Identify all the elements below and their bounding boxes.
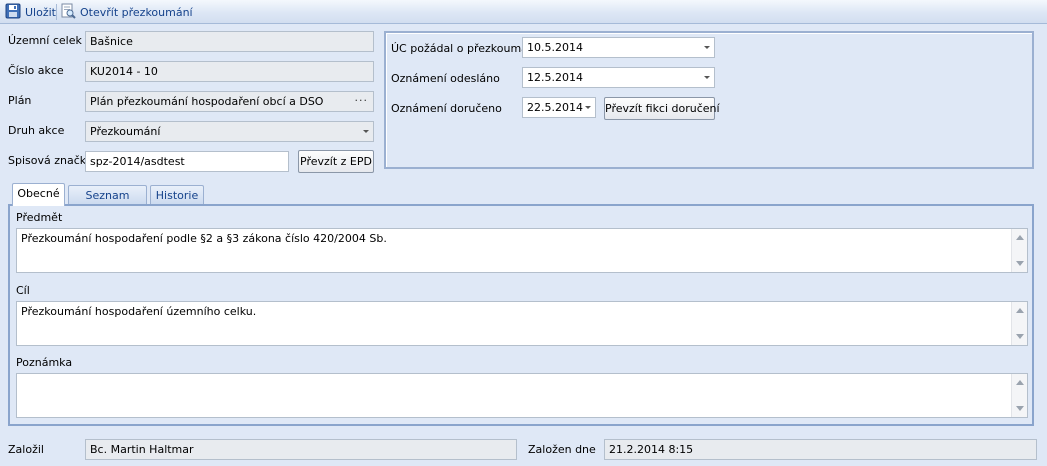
predmet-label: Předmět <box>16 211 63 224</box>
odeslano-date-picker[interactable]: 12.5.2014 <box>522 67 715 88</box>
pozadal-value: 10.5.2014 <box>527 41 583 54</box>
predmet-value: Přezkoumání hospodaření podle §2 a §3 zá… <box>21 232 387 245</box>
uzemni-celek-label: Územní celek <box>8 34 82 47</box>
cislo-akce-field[interactable]: KU2014 - 10 <box>85 61 374 82</box>
druh-akce-select[interactable]: Přezkoumání <box>85 121 374 142</box>
zalozen-dne-label: Založen dne <box>528 443 596 456</box>
spisova-znacka-input[interactable]: spz-2014/asdtest <box>85 151 289 172</box>
predmet-scrollbar[interactable] <box>1011 229 1027 272</box>
spisova-znacka-label: Spisová značka <box>8 154 93 167</box>
save-button[interactable]: Uložit <box>5 3 56 21</box>
save-label: Uložit <box>25 5 56 19</box>
poznamka-textarea[interactable] <box>16 373 1028 418</box>
scroll-up-icon[interactable] <box>1016 235 1024 240</box>
cil-value: Přezkoumání hospodaření územního celku. <box>21 305 257 318</box>
plan-label: Plán <box>8 94 32 107</box>
doruceno-date-picker[interactable]: 22.5.2014 <box>522 97 596 118</box>
scroll-up-icon[interactable] <box>1016 308 1024 313</box>
poznamka-label: Poznámka <box>16 356 73 369</box>
cil-label: Cíl <box>16 284 30 297</box>
zalozen-dne-field[interactable]: 21.2.2014 8:15 <box>604 439 1037 460</box>
plan-browse-button[interactable]: ··· <box>355 94 369 107</box>
plan-field[interactable]: Plán přezkoumání hospodaření obcí a DSO … <box>85 91 374 112</box>
tab-seznam-ukolu[interactable]: Seznam úkolů <box>68 185 147 221</box>
odeslano-value: 12.5.2014 <box>527 71 583 84</box>
chevron-down-icon <box>363 130 369 133</box>
scroll-down-icon[interactable] <box>1016 406 1024 411</box>
cislo-akce-label: Číslo akce <box>8 64 64 77</box>
zalozil-field[interactable]: Bc. Martin Haltmar <box>85 439 517 460</box>
pozadal-label: ÚC požádal o přezkoumání <box>391 42 538 55</box>
document-magnifier-icon <box>60 3 76 22</box>
general-tab-panel: Předmět Přezkoumání hospodaření podle §2… <box>8 204 1034 426</box>
toolbar-separator <box>56 4 57 20</box>
doruceno-value: 22.5.2014 <box>527 101 583 114</box>
chevron-down-icon <box>704 46 710 49</box>
open-review-label: Otevřít přezkoumání <box>80 5 193 19</box>
plan-value: Plán přezkoumání hospodaření obcí a DSO <box>90 95 324 108</box>
prevzit-fikci-doruceni-button[interactable]: Převzít fikci doručení <box>604 97 720 120</box>
druh-akce-label: Druh akce <box>8 124 65 137</box>
floppy-disk-icon <box>5 3 21 22</box>
cil-scrollbar[interactable] <box>1011 302 1027 345</box>
chevron-down-icon <box>585 106 591 109</box>
odeslano-label: Oznámení odesláno <box>391 72 500 85</box>
zalozil-label: Založil <box>8 443 44 456</box>
tab-historie[interactable]: Historie <box>150 185 204 206</box>
pozadal-date-picker[interactable]: 10.5.2014 <box>522 37 715 58</box>
scroll-up-icon[interactable] <box>1016 380 1024 385</box>
predmet-textarea[interactable]: Přezkoumání hospodaření podle §2 a §3 zá… <box>16 228 1028 273</box>
uzemni-celek-field[interactable]: Bašnice <box>85 31 374 52</box>
prevzit-z-epd-button[interactable]: Převzít z EPD <box>298 150 374 173</box>
scroll-down-icon[interactable] <box>1016 261 1024 266</box>
cil-textarea[interactable]: Přezkoumání hospodaření územního celku. <box>16 301 1028 346</box>
scroll-down-icon[interactable] <box>1016 334 1024 339</box>
druh-akce-value: Přezkoumání <box>90 125 161 138</box>
open-review-button[interactable]: Otevřít přezkoumání <box>60 3 193 21</box>
doruceno-label: Oznámení doručeno <box>391 102 502 115</box>
poznamka-scrollbar[interactable] <box>1011 374 1027 417</box>
tab-obecne[interactable]: Obecné <box>12 183 65 206</box>
toolbar: Uložit Otevřít přezkoumání <box>0 0 1047 24</box>
chevron-down-icon <box>704 76 710 79</box>
